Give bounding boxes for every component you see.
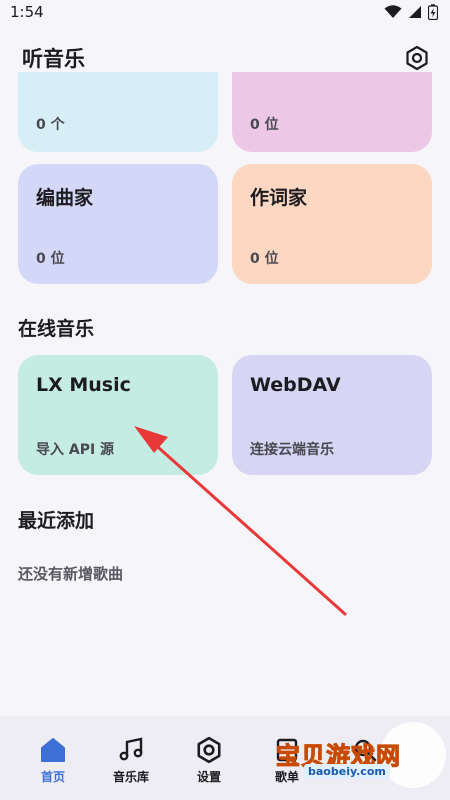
watermark: 宝贝游戏网 baobeiy.com (276, 712, 450, 800)
nav-label: 音乐库 (112, 770, 149, 784)
card-count: 0 位 (250, 117, 279, 133)
card-count: 0 位 (250, 251, 279, 267)
music-note-icon (117, 736, 145, 764)
card-count: 0 位 (36, 251, 65, 267)
card-artists[interactable]: 0 位 (232, 72, 432, 152)
settings-button[interactable] (402, 43, 432, 73)
card-count: 0 个 (36, 117, 65, 133)
home-icon (39, 736, 67, 764)
battery-icon (428, 4, 438, 20)
section-title-recent: 最近添加 (18, 510, 95, 532)
wifi-icon (384, 5, 402, 18)
card-subtitle: 导入 API 源 (36, 442, 115, 458)
card-lx-music[interactable]: LX Music 导入 API 源 (18, 355, 218, 475)
status-bar: 1:54 (0, 0, 450, 24)
nav-settings[interactable]: 设置 (170, 716, 248, 800)
empty-state-text: 还没有新增歌曲 (18, 565, 124, 583)
nav-library[interactable]: 音乐库 (92, 716, 170, 800)
signal-icon (409, 6, 421, 18)
status-time: 1:54 (10, 3, 44, 21)
card-title: LX Music (36, 374, 131, 396)
card-title: 编曲家 (36, 187, 94, 209)
card-subtitle: 连接云端音乐 (250, 442, 334, 458)
nav-label: 设置 (196, 770, 221, 784)
section-title-online: 在线音乐 (18, 318, 95, 340)
card-albums[interactable]: 0 个 (18, 72, 218, 152)
card-composers[interactable]: 编曲家 0 位 (18, 164, 218, 284)
card-webdav[interactable]: WebDAV 连接云端音乐 (232, 355, 432, 475)
gear-icon (406, 45, 428, 71)
card-title: 作词家 (250, 187, 308, 209)
nav-home[interactable]: 首页 (14, 716, 92, 800)
card-lyricists[interactable]: 作词家 0 位 (232, 164, 432, 284)
page-title: 听音乐 (22, 47, 85, 71)
card-title: WebDAV (250, 374, 341, 396)
nav-label: 首页 (40, 770, 65, 784)
gear-icon (195, 736, 223, 764)
watermark-url: baobeiy.com (304, 764, 390, 779)
